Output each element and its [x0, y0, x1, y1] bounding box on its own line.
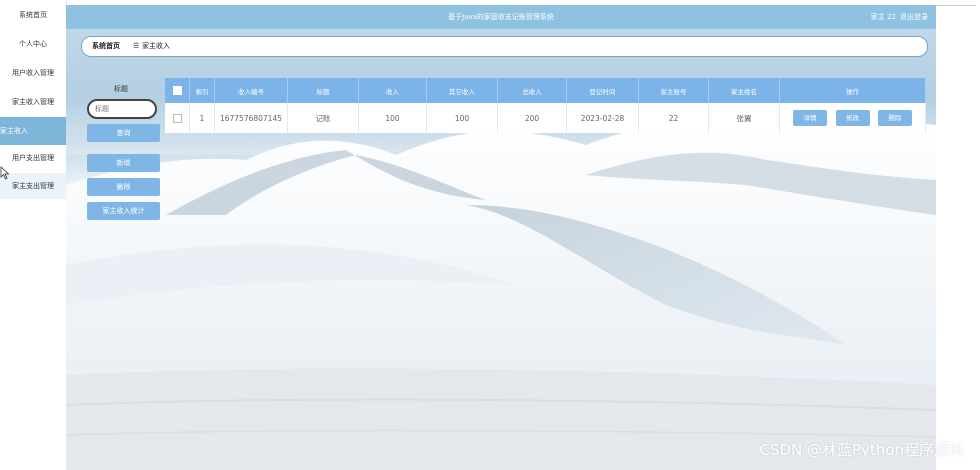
- cell-date: 2023-02-28: [566, 103, 639, 133]
- cell-title: 记账: [287, 103, 359, 133]
- cell-actions: 详情 修改 删除: [779, 103, 926, 133]
- add-button[interactable]: 新增: [87, 154, 160, 172]
- breadcrumb-home-link[interactable]: 系统首页: [92, 37, 120, 56]
- cell-total-income: 200: [497, 103, 567, 133]
- cell-income: 100: [358, 103, 427, 133]
- breadcrumb: 系统首页 ☰ 家主收入: [81, 36, 928, 57]
- cell-income-no: 1677576807145: [214, 103, 288, 133]
- row-checkbox-cell: [165, 103, 190, 133]
- breadcrumb-separator-icon: ☰: [133, 42, 140, 50]
- logout-link[interactable]: 退出登录: [900, 12, 928, 22]
- cell-index: 1: [189, 103, 215, 133]
- column-header: 标题: [287, 78, 359, 103]
- query-button[interactable]: 查询: [87, 124, 160, 142]
- column-header: 其它收入: [426, 78, 498, 103]
- right-margin: [936, 0, 980, 470]
- sidebar-item-home[interactable]: 系统首页: [0, 2, 66, 28]
- sidebar-item-profile[interactable]: 个人中心: [0, 31, 66, 57]
- cell-account: 22: [638, 103, 709, 133]
- select-all-checkbox-cell: [165, 78, 190, 103]
- column-header: 收入编号: [214, 78, 288, 103]
- top-header-bar: 基于Java的家庭收支记账管理系统 家主 22 退出登录: [66, 5, 936, 29]
- column-header: 登记时间: [566, 78, 639, 103]
- breadcrumb-current: 家主收入: [142, 42, 170, 50]
- row-delete-button[interactable]: 删除: [877, 110, 912, 126]
- cell-other-income: 100: [426, 103, 498, 133]
- column-header: 家主姓名: [708, 78, 780, 103]
- sidebar: 系统首页 个人中心 用户收入管理 家主收入管理 家主收入 用户支出管理 家主支出…: [0, 0, 67, 470]
- divider: [936, 5, 976, 6]
- main-content: 基于Java的家庭收支记账管理系统 家主 22 退出登录 系统首页 ☰ 家主收入…: [66, 5, 936, 470]
- select-all-checkbox[interactable]: [172, 86, 182, 95]
- cell-name: 张翼: [708, 103, 780, 133]
- column-header: 索引: [189, 78, 215, 103]
- income-stats-button[interactable]: 家主收入统计: [87, 202, 160, 220]
- edit-button[interactable]: 修改: [835, 110, 870, 126]
- column-header: 总收入: [497, 78, 567, 103]
- app-title: 基于Java的家庭收支记账管理系统: [448, 13, 554, 21]
- sidebar-item-owner-income[interactable]: 家主收入管理: [0, 89, 66, 115]
- table-row: 1 1677576807145 记账 100 100 200 2023-02-2…: [165, 103, 926, 133]
- row-checkbox[interactable]: [172, 113, 182, 123]
- column-header: 操作: [779, 78, 926, 103]
- sidebar-item-user-income[interactable]: 用户收入管理: [0, 60, 66, 86]
- search-title-label: 标题: [114, 85, 128, 93]
- column-header: 收入: [358, 78, 427, 103]
- sidebar-item-owner-income-sub[interactable]: 家主收入: [0, 117, 66, 145]
- current-user-label: 家主 22: [870, 13, 896, 21]
- watermark: CSDN @林蓝Python程序源码: [759, 441, 964, 459]
- detail-button[interactable]: 详情: [793, 110, 828, 126]
- table-header-row: 索引 收入编号 标题 收入 其它收入 总收入 登记时间 家主账号 家主姓名 操作: [165, 78, 926, 103]
- income-table: 索引 收入编号 标题 收入 其它收入 总收入 登记时间 家主账号 家主姓名 操作…: [165, 78, 926, 133]
- mouse-cursor-icon: [0, 166, 10, 180]
- column-header: 家主账号: [638, 78, 709, 103]
- title-search-input[interactable]: [87, 99, 157, 119]
- delete-button[interactable]: 删除: [87, 178, 160, 196]
